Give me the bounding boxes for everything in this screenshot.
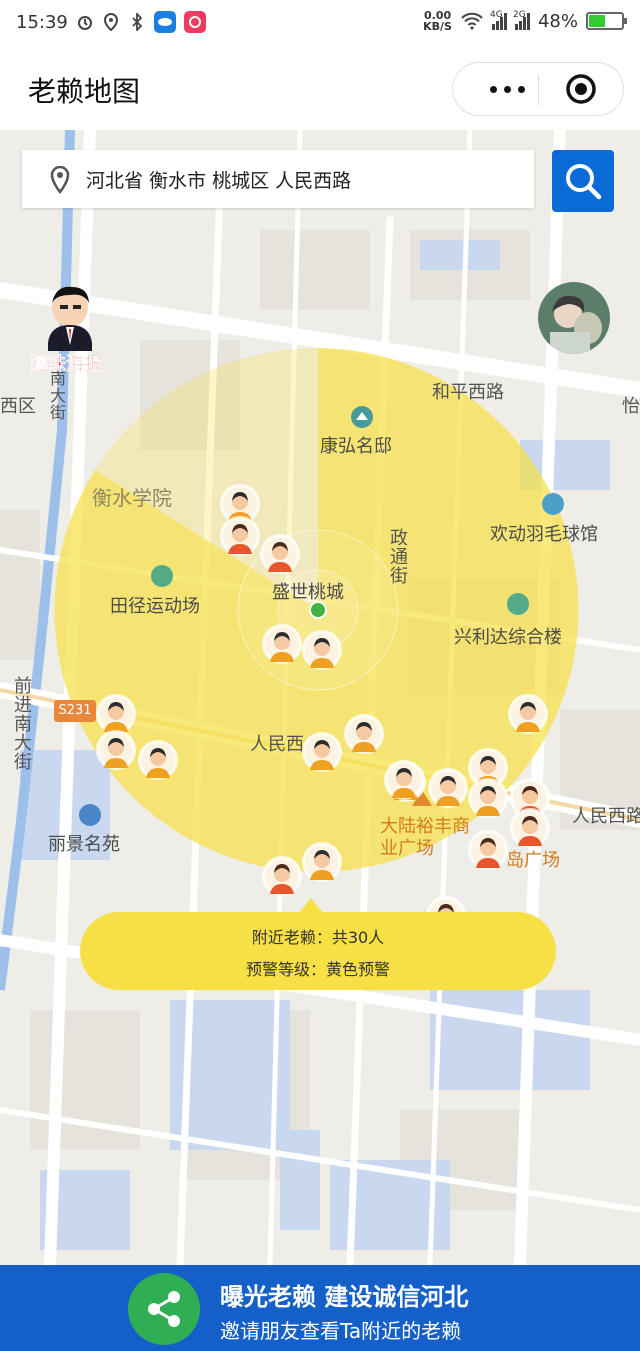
label-yi: 怡 (622, 396, 640, 417)
label-xinglida: 兴利达综合楼 (454, 627, 562, 648)
debtor-avatar-icon[interactable] (430, 770, 466, 806)
debtor-avatar-icon[interactable] (512, 810, 548, 846)
share-footer[interactable]: 曝光老赖 建设诚信河北 邀请朋友查看Ta附近的老赖 (0, 1265, 640, 1351)
user-photo (538, 282, 610, 354)
debtor-avatar-icon[interactable] (262, 536, 298, 572)
label-lijing: 丽景名苑 (48, 834, 120, 855)
search-bar[interactable]: 河北省 衡水市 桃城区 人民西路 (22, 150, 534, 208)
poster-label[interactable]: 趣味海报 (30, 350, 102, 376)
label-renmin-center: 人民西 (250, 734, 304, 755)
search-address[interactable]: 河北省 衡水市 桃城区 人民西路 (86, 166, 351, 193)
warning-info-bubble: 附近老赖：共30人 预警等级：黄色预警 (80, 898, 556, 990)
debtor-avatar-icon[interactable] (222, 486, 258, 522)
net-speed: 0.00 KB/S (423, 10, 452, 32)
battery-icon (586, 12, 627, 30)
page-title: 老赖地图 (28, 75, 141, 108)
debtor-avatar-icon[interactable] (386, 762, 422, 798)
debtor-avatar-icon[interactable] (346, 716, 382, 752)
label-renmin-right: 人民西路 (572, 806, 640, 827)
capsule-divider (538, 75, 539, 105)
search-button[interactable] (552, 150, 614, 212)
label-qianjin-nan: 前进南大街 (11, 676, 32, 771)
debtor-avatar-icon[interactable] (304, 734, 340, 770)
location-icon (103, 13, 118, 31)
wifi-icon (461, 12, 483, 30)
net-speed-unit: KB/S (423, 20, 452, 33)
user-avatar[interactable] (538, 282, 610, 354)
debtor-avatar-icon[interactable] (98, 696, 134, 732)
status-time: 15:39 (16, 11, 68, 33)
debtor-avatar-icon[interactable] (470, 780, 506, 816)
label-kanghong: 康弘名邸 (320, 436, 392, 457)
app-eye-icon (153, 11, 176, 33)
label-shengshi: 盛世桃城 (272, 582, 344, 603)
share-icon (148, 1291, 180, 1327)
debtor-avatar-icon[interactable] (264, 626, 300, 662)
debtor-avatar-icon[interactable] (98, 732, 134, 768)
app-red-icon (183, 11, 206, 33)
status-bar: 15:39 0.00 KB/S 4G 2G 48% (0, 0, 640, 46)
signal-icon-2: 2G (512, 10, 530, 30)
route-badge: S231 (54, 700, 96, 722)
nearby-debtors-count: 附近老赖：共30人 (251, 928, 385, 947)
debtor-avatar-icon[interactable] (470, 832, 506, 868)
signal-2g-label: 2G (512, 10, 526, 20)
location-pin-icon (50, 166, 70, 194)
debtor-avatar-icon[interactable] (510, 696, 546, 732)
label-huandong: 欢动羽毛球馆 (490, 524, 598, 545)
debtor-avatar-icon[interactable] (304, 632, 340, 668)
map-view[interactable]: 和平西路 康弘名邸 衡水学院 欢动羽毛球馆 政通街 盛世桃城 田径运动场 兴利达… (0, 130, 640, 1265)
signal-4g-label: 4G (489, 10, 503, 20)
alarm-icon (77, 16, 92, 30)
share-button[interactable] (128, 1273, 200, 1345)
signal-icon: 4G (489, 10, 507, 30)
nav-bar: 老赖地图 (0, 46, 640, 130)
warning-level: 预警等级：黄色预警 (245, 960, 390, 979)
label-hepingxilu: 和平西路 (432, 382, 504, 403)
footer-slogan: 曝光老赖 建设诚信河北 (220, 1283, 469, 1311)
more-icon[interactable] (477, 63, 537, 115)
label-xiqu: 西区 (0, 396, 36, 417)
target-icon[interactable] (565, 73, 597, 105)
status-right: 0.00 KB/S 4G 2G 48% (423, 10, 627, 32)
bluetooth-icon (132, 13, 143, 31)
mini-program-capsule (452, 62, 624, 116)
status-left: 15:39 (16, 11, 206, 33)
debtor-avatar-icon[interactable] (222, 518, 258, 554)
debtor-avatar-icon[interactable] (264, 858, 300, 894)
label-zhengtong-jie: 政通街 (387, 528, 408, 585)
label-hengshui-xueyuan: 衡水学院 (92, 486, 172, 510)
label-tianjing: 田径运动场 (110, 596, 200, 617)
debtor-avatar-icon[interactable] (140, 742, 176, 778)
battery-percent: 48% (537, 10, 578, 32)
debtor-avatar-icon[interactable] (304, 844, 340, 880)
footer-invite: 邀请朋友查看Ta附近的老赖 (220, 1319, 462, 1343)
label-dao-guangchang: 岛广场 (506, 850, 560, 871)
label-dalu: 大陆裕丰商业广场 (380, 816, 470, 859)
search-icon (566, 164, 602, 200)
